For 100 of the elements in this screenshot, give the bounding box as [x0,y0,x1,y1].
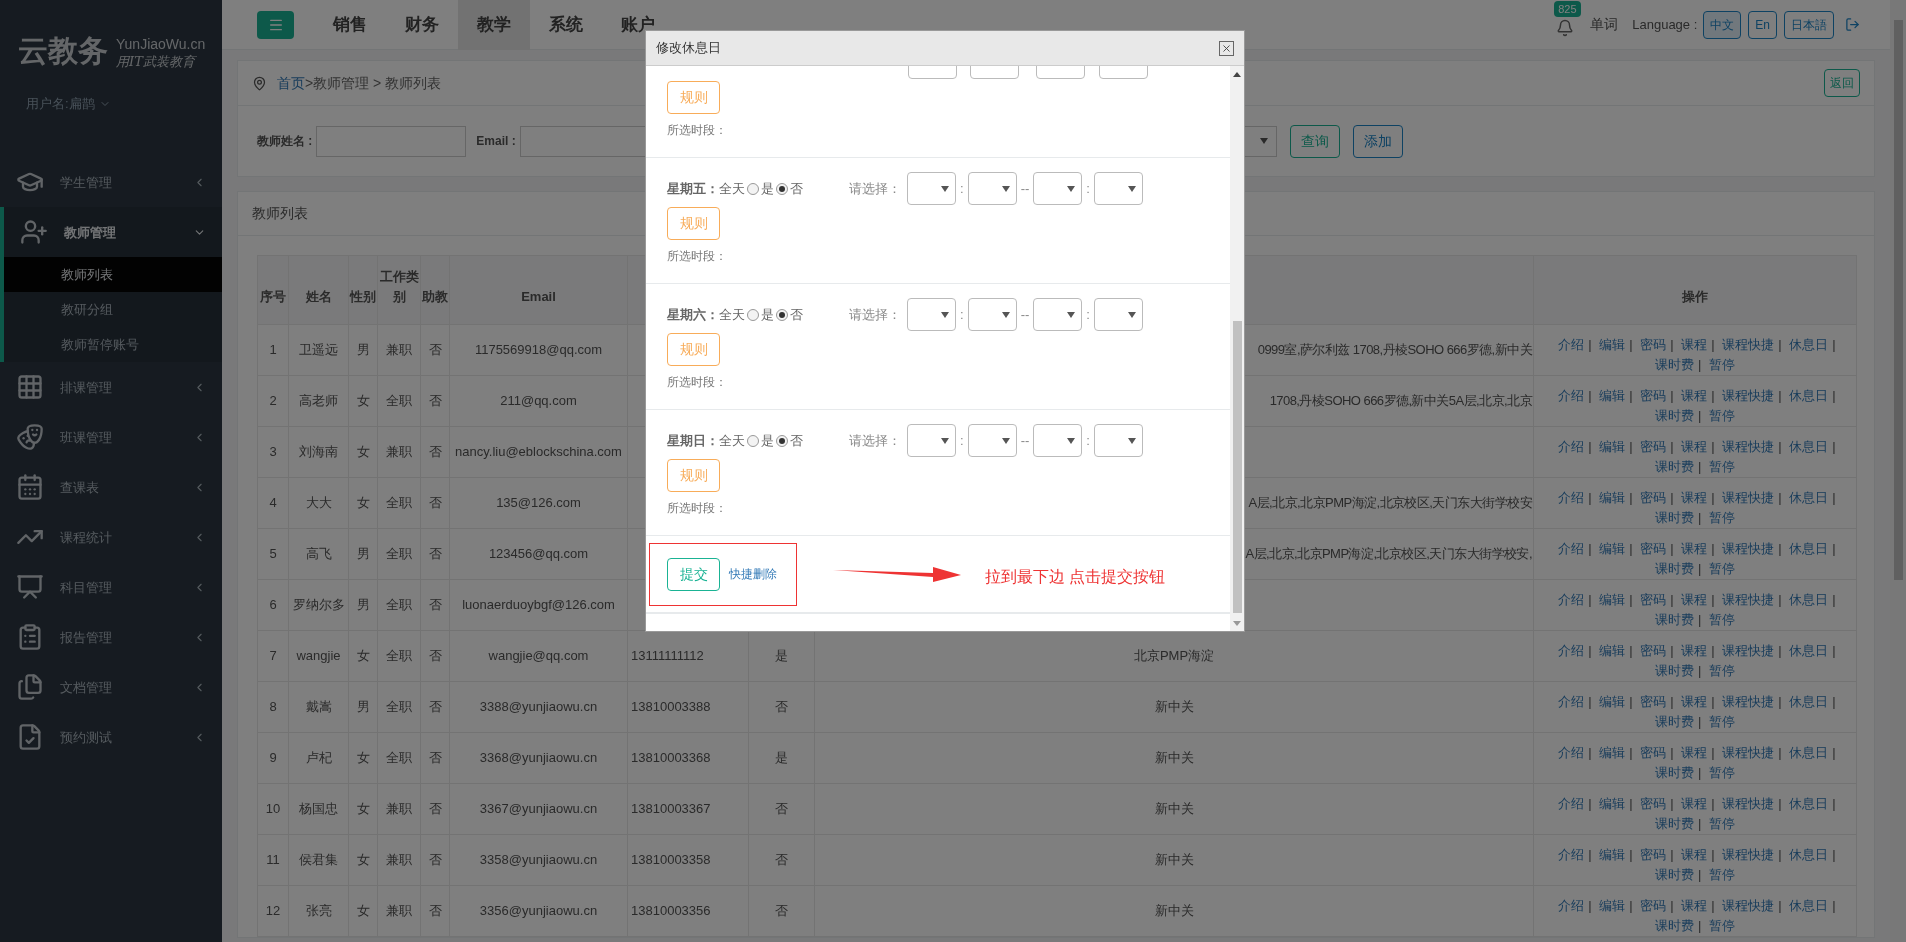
action-link[interactable]: 休息日 [1789,694,1829,709]
action-link[interactable]: 休息日 [1789,643,1829,658]
action-link[interactable]: 介绍 [1558,490,1585,505]
back-button[interactable]: 返回 [1824,69,1860,97]
action-link[interactable]: 课程 [1681,694,1708,709]
sidebar-item[interactable]: 教师管理 [4,207,222,258]
action-link[interactable]: 编辑 [1599,439,1626,454]
nav-tab[interactable]: 销售 [314,0,386,50]
action-link[interactable]: 密码 [1640,439,1667,454]
action-link[interactable]: 编辑 [1599,745,1626,760]
time-select[interactable] [967,298,1017,331]
scrollbar-thumb[interactable] [1893,20,1903,580]
action-link[interactable]: 课时费 [1655,459,1694,474]
action-link[interactable]: 休息日 [1789,898,1829,913]
sidebar-item[interactable]: 科目管理 [0,562,222,613]
submit-button[interactable]: 提交 [667,557,720,591]
action-link[interactable]: 课程快捷 [1722,847,1775,862]
action-link[interactable]: 暂停 [1709,867,1735,882]
action-link[interactable]: 课程 [1681,847,1708,862]
action-link[interactable]: 密码 [1640,847,1667,862]
action-link[interactable]: 编辑 [1599,796,1626,811]
close-button[interactable] [1219,40,1234,56]
action-link[interactable]: 编辑 [1599,847,1626,862]
action-link[interactable]: 介绍 [1558,592,1585,607]
sidebar-item[interactable]: 预约测试 [0,712,222,763]
action-link[interactable]: 介绍 [1558,337,1585,352]
action-link[interactable]: 休息日 [1789,847,1829,862]
action-link[interactable]: 课程快捷 [1722,541,1775,556]
action-link[interactable]: 休息日 [1789,796,1829,811]
action-link[interactable]: 课程 [1681,439,1708,454]
radio-button[interactable] [776,308,788,321]
action-link[interactable]: 课程快捷 [1722,439,1775,454]
action-link[interactable]: 休息日 [1789,490,1829,505]
action-link[interactable]: 课时费 [1655,561,1694,576]
action-link[interactable]: 课程 [1681,898,1708,913]
scroll-up-icon[interactable] [1233,72,1241,77]
language-button[interactable]: 日本語 [1784,10,1834,39]
action-link[interactable]: 休息日 [1789,388,1829,403]
radio-button[interactable] [747,434,759,447]
rule-button[interactable]: 规则 [667,81,720,114]
action-link[interactable]: 课程快捷 [1722,592,1775,607]
radio-button[interactable] [747,308,759,321]
query-button[interactable]: 查询 [1289,124,1340,158]
sidebar-item[interactable]: 班课管理 [0,412,222,463]
time-select[interactable] [907,424,956,457]
action-link[interactable]: 密码 [1640,592,1667,607]
submenu-item[interactable]: 教研分组 [4,292,222,328]
action-link[interactable]: 课程快捷 [1722,643,1775,658]
action-link[interactable]: 暂停 [1709,663,1735,678]
action-link[interactable]: 暂停 [1709,459,1735,474]
action-link[interactable]: 暂停 [1709,561,1735,576]
action-link[interactable]: 暂停 [1709,510,1735,525]
submenu-item[interactable]: 教师列表 [4,257,222,293]
action-link[interactable]: 课程快捷 [1722,745,1775,760]
action-link[interactable]: 课时费 [1655,408,1694,423]
action-link[interactable]: 暂停 [1709,918,1735,933]
action-link[interactable]: 课时费 [1655,867,1694,882]
action-link[interactable]: 课程快捷 [1722,388,1775,403]
action-link[interactable]: 编辑 [1599,541,1626,556]
time-select[interactable] [967,172,1017,205]
sidebar-item[interactable]: 报告管理 [0,612,222,663]
rule-button[interactable]: 规则 [667,459,720,492]
word-link[interactable]: 单词 [1590,14,1619,35]
action-link[interactable]: 课程 [1681,541,1708,556]
action-link[interactable]: 课时费 [1655,612,1694,627]
radio-button[interactable] [776,434,788,447]
action-link[interactable]: 密码 [1640,796,1667,811]
action-link[interactable]: 密码 [1640,694,1667,709]
action-link[interactable]: 课时费 [1655,357,1694,372]
action-link[interactable]: 课程 [1681,796,1708,811]
language-button[interactable]: 中文 [1703,10,1742,39]
action-link[interactable]: 编辑 [1599,388,1626,403]
action-link[interactable]: 介绍 [1558,439,1585,454]
action-link[interactable]: 暂停 [1709,612,1735,627]
action-link[interactable]: 暂停 [1709,408,1735,423]
action-link[interactable]: 密码 [1640,490,1667,505]
action-link[interactable]: 密码 [1640,643,1667,658]
action-link[interactable]: 课时费 [1655,765,1694,780]
action-link[interactable]: 暂停 [1709,714,1735,729]
notification-bell-icon[interactable] [1556,18,1575,37]
time-select[interactable] [1033,172,1083,205]
action-link[interactable]: 介绍 [1558,643,1585,658]
action-link[interactable]: 介绍 [1558,796,1585,811]
action-link[interactable]: 课程快捷 [1722,796,1775,811]
menu-button[interactable] [257,10,294,39]
action-link[interactable]: 编辑 [1599,592,1626,607]
action-link[interactable]: 休息日 [1789,439,1829,454]
action-link[interactable]: 介绍 [1558,388,1585,403]
language-button[interactable]: En [1748,10,1777,39]
modal-scrollbar[interactable] [1230,66,1244,631]
radio-button[interactable] [747,182,759,195]
action-link[interactable]: 休息日 [1789,745,1829,760]
add-button[interactable]: 添加 [1352,124,1403,158]
radio-button[interactable] [776,182,788,195]
action-link[interactable]: 密码 [1640,898,1667,913]
action-link[interactable]: 介绍 [1558,694,1585,709]
action-link[interactable]: 编辑 [1599,643,1626,658]
time-select[interactable] [1093,424,1143,457]
action-link[interactable]: 课程快捷 [1722,898,1775,913]
rule-button[interactable]: 规则 [667,207,720,240]
